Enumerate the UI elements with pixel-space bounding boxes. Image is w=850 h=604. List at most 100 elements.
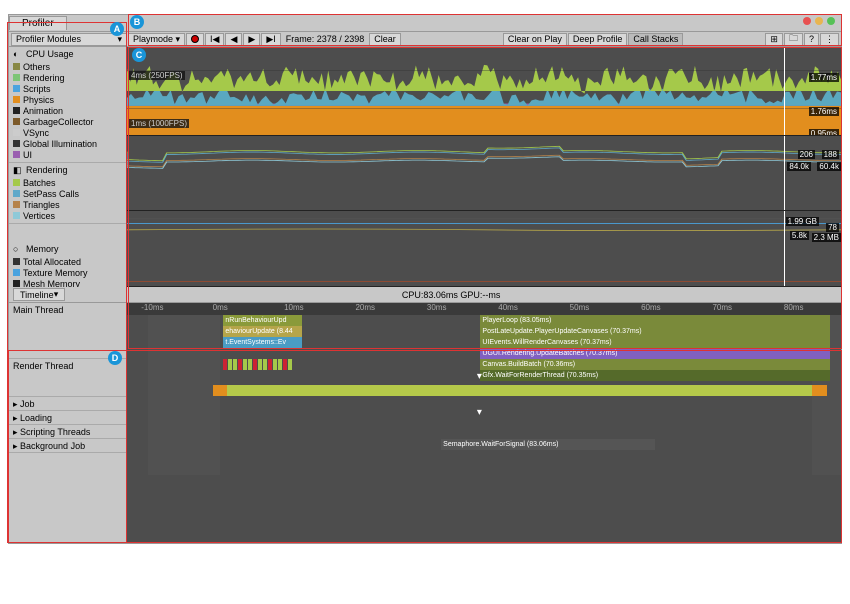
profiler-modules-dropdown[interactable]: Profiler Modules▾ — [11, 33, 127, 46]
legend-label: Triangles — [23, 200, 60, 210]
timeline-bar[interactable]: ehaviourUpdate (8.44 — [223, 326, 302, 337]
legend-label: Animation — [23, 106, 63, 116]
legend-item[interactable]: Total Allocated — [13, 256, 122, 267]
value-label: 206 — [798, 150, 815, 159]
legend-item[interactable]: Batches — [13, 177, 122, 188]
timeline-bar[interactable]: UGUI.Rendering.UpdateBatches (70.37ms) — [480, 348, 830, 359]
memory-title: Memory — [26, 244, 59, 254]
legend-swatch — [13, 190, 20, 197]
next-frame-button[interactable]: ▶I — [261, 33, 280, 46]
legend-label: Physics — [23, 95, 54, 105]
legend-item[interactable]: Vertices — [13, 210, 122, 221]
legend-item[interactable]: Triangles — [13, 199, 122, 210]
thread-scripting[interactable]: ▸ Scripting Threads — [9, 425, 126, 439]
record-button[interactable] — [186, 33, 204, 46]
deep-profile-button[interactable]: Deep Profile — [568, 33, 628, 46]
thread-render[interactable]: Render Thread — [9, 359, 126, 397]
legend-swatch — [13, 63, 20, 70]
thread-job[interactable]: ▸ Job — [9, 397, 126, 411]
help-icon[interactable]: ? — [804, 33, 819, 46]
legend-swatch — [13, 151, 20, 158]
thread-list: Main Thread Render Thread ▸ Job ▸ Loadin… — [9, 303, 127, 543]
time-ruler: -10ms0ms10ms20ms30ms40ms50ms60ms70ms80ms — [127, 303, 841, 315]
timeline-bar[interactable]: PostLateUpdate.PlayerUpdateCanvases (70.… — [480, 326, 830, 337]
legend-swatch — [13, 258, 20, 265]
timeline-view-dropdown[interactable]: Timeline ▾ — [13, 288, 65, 301]
call-stacks-button[interactable]: Call Stacks — [628, 33, 683, 46]
legend-item[interactable]: Others — [13, 61, 122, 72]
legend-item[interactable]: Animation — [13, 105, 122, 116]
legend-swatch — [13, 118, 20, 125]
back-button[interactable]: ◀ — [225, 33, 242, 46]
legend-item[interactable]: UI — [13, 149, 122, 160]
timeline-bar[interactable]: nRunBehaviourUpd — [223, 315, 302, 326]
value-label: 78 — [826, 223, 839, 232]
timeline-view-label: Timeline — [20, 290, 54, 300]
legend-label: Batches — [23, 178, 56, 188]
window-controls — [803, 17, 835, 25]
legend-swatch — [13, 74, 20, 81]
clear-on-play-button[interactable]: Clear on Play — [503, 33, 567, 46]
legend-label: GarbageCollector — [23, 117, 94, 127]
timeline-bar[interactable]: Semaphore.WaitForSignal (83.06ms) — [441, 439, 655, 450]
frame-cursor[interactable] — [784, 136, 785, 210]
forward-button[interactable]: ▶ — [243, 33, 260, 46]
legend-item[interactable]: Global Illumination — [13, 138, 122, 149]
clear-button[interactable]: Clear — [369, 33, 401, 46]
legend-label: VSync — [23, 128, 49, 138]
timeline-bar[interactable]: t.EventSystems::Ev — [223, 337, 302, 348]
legend-item[interactable]: Texture Memory — [13, 267, 122, 278]
legend-swatch — [13, 269, 20, 276]
rendering-chart[interactable]: 20618884.0k60.4k — [127, 136, 841, 211]
thread-loading[interactable]: ▸ Loading — [9, 411, 126, 425]
legend-item[interactable]: VSync — [13, 127, 122, 138]
prev-frame-button[interactable]: I◀ — [205, 33, 224, 46]
main-area: ◐CPU Usage OthersRenderingScriptsPhysics… — [9, 47, 841, 287]
value-label: 1.76ms — [809, 107, 839, 116]
menu-icon[interactable]: ⋮ — [820, 33, 839, 46]
cpu-module[interactable]: ◐CPU Usage OthersRenderingScriptsPhysics… — [9, 47, 126, 163]
legend-item[interactable]: Rendering — [13, 72, 122, 83]
memory-chart[interactable]: 1.99 GB785.8k2.3 MB2.0 KB — [127, 211, 841, 287]
close-icon[interactable] — [803, 17, 811, 25]
legend-item[interactable]: GarbageCollector — [13, 116, 122, 127]
legend-label: Others — [23, 62, 50, 72]
value-label: 5.8k — [790, 231, 809, 240]
legend-item[interactable]: Scripts — [13, 83, 122, 94]
load-icon[interactable]: 🗀 — [784, 33, 803, 46]
annotation-badge-c: C — [132, 48, 146, 62]
memory-module[interactable]: ○Memory Total AllocatedTexture MemoryMes… — [9, 242, 126, 287]
save-icon[interactable]: ⊞ — [765, 33, 783, 46]
annotation-badge-b: B — [130, 15, 144, 29]
profiler-window: Profiler Profiler Modules▾ Playmode ▾ I◀… — [8, 14, 842, 544]
legend-swatch — [13, 280, 20, 287]
cpu-chart[interactable]: 4ms (250FPS) 1ms (1000FPS) 1.77ms1.76ms0… — [127, 47, 841, 136]
legend-label: Global Illumination — [23, 139, 97, 149]
profiler-tab[interactable]: Profiler — [9, 16, 67, 30]
playmode-dropdown[interactable]: Playmode ▾ — [128, 33, 185, 46]
legend-swatch — [13, 201, 20, 208]
frame-cursor[interactable] — [784, 47, 785, 135]
timeline-bar[interactable] — [213, 385, 827, 396]
toolbar: Profiler Modules▾ Playmode ▾ I◀ ◀ ▶ ▶I F… — [9, 31, 841, 47]
frame-counter: Frame: 2378 / 2398 — [282, 34, 369, 44]
timeline-bar[interactable]: PlayerLoop (83.05ms) — [480, 315, 830, 326]
legend-item[interactable]: SetPass Calls — [13, 188, 122, 199]
legend-item[interactable]: Physics — [13, 94, 122, 105]
minimize-icon[interactable] — [815, 17, 823, 25]
thread-bgjob[interactable]: ▸ Background Job — [9, 439, 126, 453]
value-label: 1.77ms — [809, 73, 839, 82]
timeline-bar[interactable]: UIEvents.WillRenderCanvases (70.37ms) — [480, 337, 830, 348]
maximize-icon[interactable] — [827, 17, 835, 25]
legend-swatch — [13, 212, 20, 219]
modules-label: Profiler Modules — [16, 34, 81, 44]
timeline-bar[interactable]: Gfx.WaitForRenderThread (70.35ms) — [480, 370, 830, 381]
timeline-bar[interactable]: Canvas.BuildBatch (70.36ms) — [480, 359, 830, 370]
rendering-module[interactable]: ◧Rendering BatchesSetPass CallsTriangles… — [9, 163, 126, 224]
timeline-stats: CPU:83.06ms GPU:--ms — [65, 290, 837, 300]
legend-label: Total Allocated — [23, 257, 81, 267]
thread-main[interactable]: Main Thread — [9, 303, 126, 359]
legend-item[interactable]: Mesh Memory — [13, 278, 122, 287]
timeline-canvas[interactable]: -10ms0ms10ms20ms30ms40ms50ms60ms70ms80ms… — [127, 303, 841, 543]
timeline-header: Timeline ▾ CPU:83.06ms GPU:--ms — [9, 287, 841, 303]
